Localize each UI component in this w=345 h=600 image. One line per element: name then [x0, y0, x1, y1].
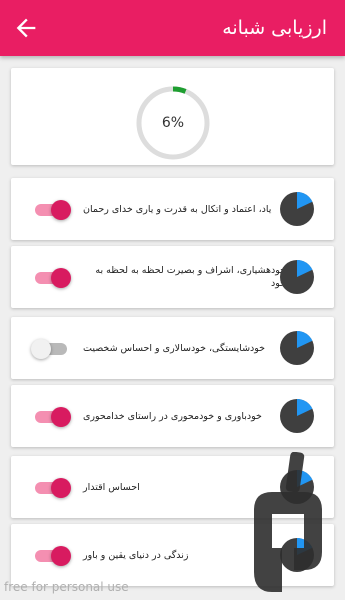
toggle-switch[interactable]	[31, 268, 71, 288]
item-label-wrap: خودهشیاری، اشراف و بصیرت لحظه به لحظه به…	[83, 246, 286, 308]
item-label: خودهشیاری، اشراف و بصیرت لحظه به لحظه به…	[95, 265, 286, 289]
progress-pie-icon	[280, 260, 314, 294]
item-label: خودباوری و خودمحوری در راستای خدامحوری	[83, 410, 262, 422]
list-item[interactable]: خودباوری و خودمحوری در راستای خدامحوری	[11, 385, 334, 447]
toggle-switch[interactable]	[31, 407, 71, 427]
progress-pie-icon	[280, 331, 314, 365]
item-label-wrap: یاد، اعتماد و اتکال به قدرت و یاری خدای …	[83, 178, 286, 240]
switch-knob	[51, 200, 71, 220]
watermark-text: free for personal use	[4, 580, 129, 594]
switch-knob	[51, 546, 71, 566]
switch-knob	[51, 268, 71, 288]
item-label: زندگی در دنیای یقین و باور	[83, 549, 189, 561]
list-item[interactable]: خودهشیاری، اشراف و بصیرت لحظه به لحظه به…	[11, 246, 334, 308]
progress-pie-icon	[280, 399, 314, 433]
item-label-wrap: خودباوری و خودمحوری در راستای خدامحوری	[83, 385, 286, 447]
item-label: یاد، اعتماد و اتکال به قدرت و یاری خدای …	[83, 203, 272, 215]
list-item[interactable]: یاد، اعتماد و اتکال به قدرت و یاری خدای …	[11, 178, 334, 240]
item-label-wrap: خودشایستگی، خودسالاری و احساس شخصیت	[83, 317, 286, 379]
toggle-switch[interactable]	[31, 339, 71, 359]
arrow-back-icon[interactable]	[12, 14, 40, 42]
switch-knob	[51, 478, 71, 498]
item-label: احساس اقتدار	[83, 481, 140, 493]
progress-pie-icon	[280, 192, 314, 226]
switch-knob	[51, 407, 71, 427]
item-label: خودشایستگی، خودسالاری و احساس شخصیت	[83, 342, 266, 354]
toggle-switch[interactable]	[31, 478, 71, 498]
progress-card: 6%	[11, 68, 334, 165]
toggle-switch[interactable]	[31, 546, 71, 566]
page-title: ارزیابی شبانه	[222, 17, 327, 39]
toggle-switch[interactable]	[31, 200, 71, 220]
list-item[interactable]: خودشایستگی، خودسالاری و احساس شخصیت	[11, 317, 334, 379]
progress-percent: 6%	[161, 115, 185, 131]
app-bar: ارزیابی شبانه	[0, 0, 345, 56]
switch-knob	[31, 339, 51, 359]
brand-logo-icon	[254, 452, 322, 592]
